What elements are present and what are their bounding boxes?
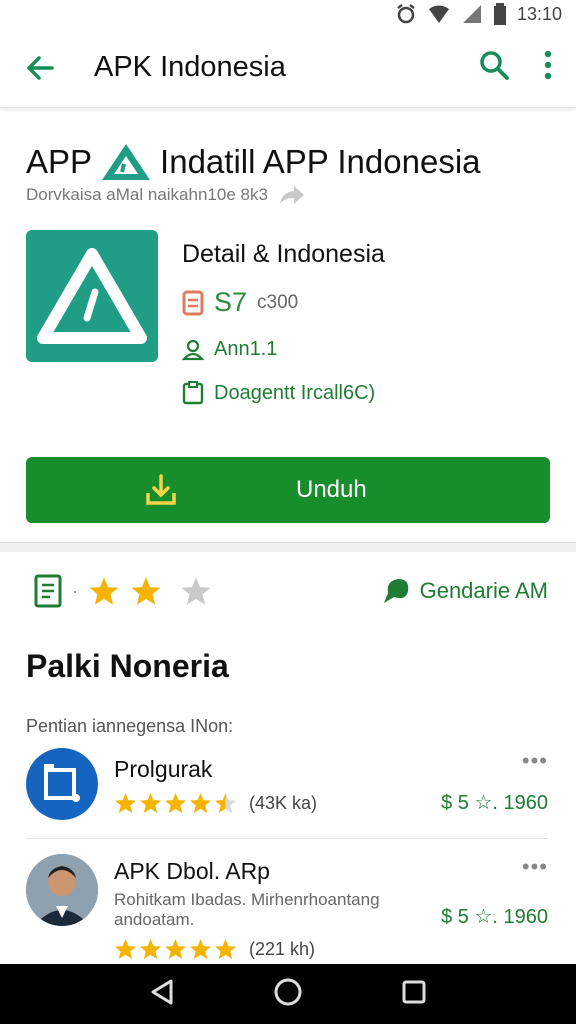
home-circle-icon	[274, 978, 302, 1005]
search-icon	[480, 51, 509, 80]
item-more-button[interactable]: •••	[522, 854, 548, 880]
download-button[interactable]: Unduh	[26, 457, 550, 523]
recents-square-icon	[402, 980, 426, 1003]
app-bar: APK Indonesia	[0, 28, 576, 108]
genre-link[interactable]: Gendarie AM	[380, 575, 548, 607]
item-price: $ 5 ☆. 1960	[441, 792, 548, 814]
more-vert-icon	[544, 50, 552, 80]
nav-recents-button[interactable]	[401, 979, 427, 1010]
item-rating: (43K ka)	[114, 792, 317, 814]
item-more-button[interactable]: •••	[522, 748, 548, 774]
app-icon	[26, 230, 158, 362]
tag-icon	[383, 579, 408, 603]
star-filled-icon	[139, 792, 162, 814]
download-icon	[26, 473, 296, 507]
price-row: S7 c300	[182, 287, 385, 318]
clipboard-icon	[182, 381, 204, 405]
share-arrow-icon[interactable]	[278, 184, 306, 206]
item-description: Rohitkam Ibadas. Mirhenrhoantang andoata…	[114, 890, 380, 929]
nav-back-button[interactable]	[149, 978, 175, 1011]
back-arrow-icon	[27, 55, 54, 80]
subtitle: Dorvkaisa aMal naikahn10e 8k3	[26, 184, 306, 206]
app-warning-logo-icon	[37, 248, 147, 344]
subtitle-text: Dorvkaisa aMal naikahn10e 8k3	[26, 185, 268, 204]
headline: APP Indatill APP Indonesia	[26, 142, 481, 182]
signal-icon	[461, 3, 483, 25]
search-button[interactable]	[478, 49, 510, 86]
rating-row: · Gendarie AM	[34, 574, 548, 608]
app-price: S7	[214, 287, 248, 317]
avatar	[26, 748, 98, 820]
nav-home-button[interactable]	[273, 977, 303, 1012]
star-half-icon	[214, 792, 237, 814]
item-review-count: (221 kh)	[249, 938, 316, 959]
item-name: Prolgurak	[114, 756, 213, 782]
page-title: APK Indonesia	[94, 51, 286, 83]
star-filled-icon	[114, 792, 137, 814]
genre-label: Gendarie AM	[419, 578, 548, 603]
detail-title: Detail & Indonesia	[182, 240, 385, 268]
related-apps-section: · Gendarie AM Palki Noneria Pentian iann…	[0, 552, 576, 964]
author-row: Ann1.1	[182, 338, 385, 361]
headline-prefix: APP	[26, 143, 93, 180]
back-button[interactable]	[0, 53, 80, 83]
item-price: $ 5 ☆. 1960	[441, 906, 548, 928]
download-label: Unduh	[296, 476, 367, 503]
document-row: Doagentt Ircall6C)	[182, 381, 385, 405]
app-details: Detail & Indonesia S7 c300 Ann1.1 Doagen…	[182, 240, 385, 425]
star-filled-icon	[189, 792, 212, 814]
app-summary-card: APP Indatill APP Indonesia Dorvkaisa aMa…	[0, 112, 576, 542]
item-name: APK Dbol. ARp	[114, 858, 270, 884]
dot-separator: ·	[72, 580, 78, 601]
document-icon	[34, 574, 62, 608]
person-icon	[182, 339, 204, 360]
more-options-button[interactable]	[544, 50, 552, 85]
star-filled-icon	[89, 577, 119, 605]
avatar	[26, 854, 98, 926]
app-document: Doagentt Ircall6C)	[214, 381, 376, 404]
star-filled-icon	[131, 577, 161, 605]
status-bar: 13:10	[0, 0, 576, 28]
app-price-secondary: c300	[257, 291, 299, 313]
status-time: 13:10	[516, 3, 562, 24]
item-review-count: (43K ka)	[249, 792, 318, 813]
star-filled-icon	[139, 938, 162, 960]
system-nav-bar	[0, 964, 576, 1024]
star-filled-icon	[189, 938, 212, 960]
list-item[interactable]: APK Dbol. ARp Rohitkam Ibadas. Mirhenrho…	[26, 854, 548, 964]
app-logo-icon	[102, 144, 151, 180]
item-rating: (221 kh)	[114, 938, 315, 960]
star-empty-icon	[181, 577, 211, 605]
alarm-icon	[395, 3, 417, 25]
receipt-icon	[182, 290, 204, 315]
star-filled-icon	[164, 938, 187, 960]
battery-icon	[493, 3, 507, 25]
back-triangle-icon	[151, 979, 173, 1004]
section-subtitle: Pentian iannegensa INon:	[26, 716, 234, 736]
wifi-icon	[427, 3, 451, 25]
user-photo	[26, 854, 98, 926]
star-filled-icon	[164, 792, 187, 814]
star-filled-icon	[114, 938, 137, 960]
list-item[interactable]: Prolgurak (43K ka) ••• $ 5 ☆. 1960	[26, 748, 548, 832]
star-filled-icon	[214, 938, 237, 960]
section-divider	[0, 542, 576, 552]
list-divider	[26, 838, 548, 839]
headline-text: Indatill APP Indonesia	[160, 143, 481, 180]
app-author: Ann1.1	[214, 338, 278, 360]
section-title: Palki Noneria	[26, 648, 229, 684]
blue-app-icon	[44, 764, 80, 802]
